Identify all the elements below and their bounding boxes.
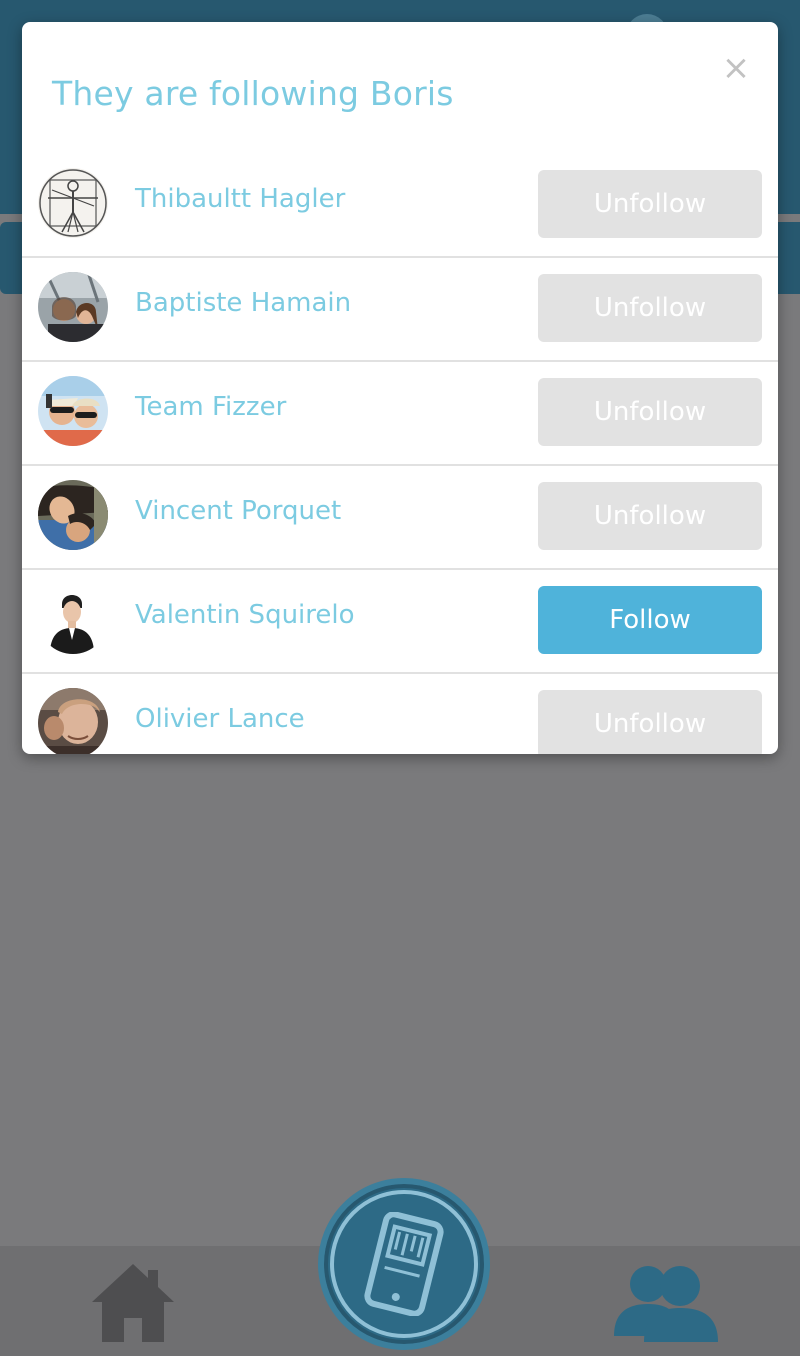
avatar[interactable] — [38, 584, 108, 654]
unfollow-button[interactable]: Unfollow — [538, 170, 762, 238]
friends-icon — [614, 1266, 718, 1342]
avatar[interactable] — [38, 272, 108, 342]
unfollow-button[interactable]: Unfollow — [538, 274, 762, 342]
nav-friends-button[interactable] — [610, 1262, 722, 1344]
nav-home-button[interactable] — [88, 1262, 178, 1344]
home-icon — [92, 1264, 174, 1342]
follower-name[interactable]: Baptiste Hamain — [135, 288, 351, 318]
avatar[interactable] — [38, 688, 108, 754]
followers-list: Thibaultt Hagler Unfollow Baptiste Hamai… — [22, 154, 778, 754]
follower-name[interactable]: Vincent Porquet — [135, 496, 341, 526]
unfollow-button[interactable]: Unfollow — [538, 482, 762, 550]
list-item: Valentin Squirelo Follow — [22, 570, 778, 674]
phone-bill-icon — [364, 1212, 444, 1316]
avatar[interactable] — [38, 168, 108, 238]
list-item: Team Fizzer Unfollow — [22, 362, 778, 466]
list-item: Olivier Lance Unfollow — [22, 674, 778, 754]
follower-name[interactable]: Olivier Lance — [135, 704, 305, 734]
unfollow-button[interactable]: Unfollow — [538, 378, 762, 446]
close-icon[interactable]: × — [718, 50, 754, 86]
unfollow-button[interactable]: Unfollow — [538, 690, 762, 754]
list-item: Thibaultt Hagler Unfollow — [22, 154, 778, 258]
follower-name[interactable]: Team Fizzer — [135, 392, 286, 422]
modal-title: They are following Boris — [52, 74, 454, 113]
avatar[interactable] — [38, 480, 108, 550]
follower-name[interactable]: Thibaultt Hagler — [135, 184, 345, 214]
list-item: Vincent Porquet Unfollow — [22, 466, 778, 570]
follower-name[interactable]: Valentin Squirelo — [135, 600, 355, 630]
follow-button[interactable]: Follow — [538, 586, 762, 654]
nav-center-button[interactable] — [318, 1178, 490, 1350]
avatar[interactable] — [38, 376, 108, 446]
list-item: Baptiste Hamain Unfollow — [22, 258, 778, 362]
followers-modal: They are following Boris × Thibaultt Hag… — [22, 22, 778, 754]
